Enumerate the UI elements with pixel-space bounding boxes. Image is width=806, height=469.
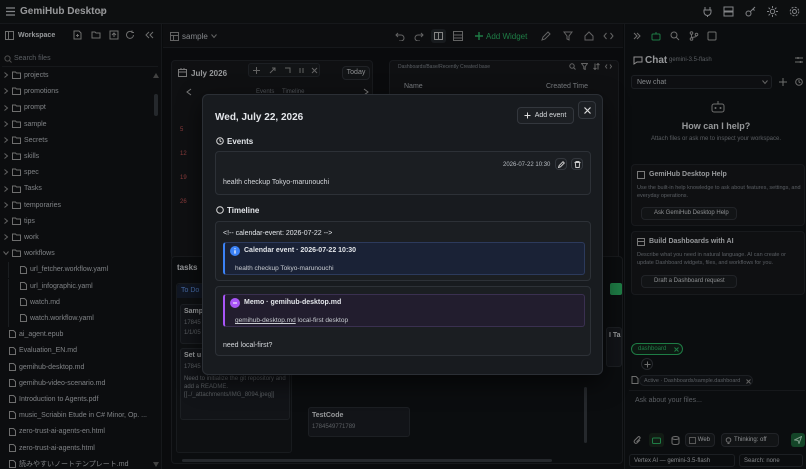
modal-close-button[interactable] [578, 101, 596, 119]
plus-icon [524, 112, 531, 119]
memo-card-title: Memo · gemihub-desktop.md [244, 299, 342, 306]
event-text: health checkup Tokyo-marunouchi [223, 179, 330, 186]
calendar-card-text: health checkup Tokyo-marunouchi [235, 265, 334, 272]
timeline-footer-text: need local-first? [223, 342, 273, 349]
message-icon [216, 206, 224, 214]
edit-event-button[interactable] [555, 158, 567, 170]
pencil-icon [558, 161, 565, 168]
calendar-card-title: Calendar event · 2026-07-22 10:30 [244, 247, 357, 254]
memo-icon [230, 298, 240, 308]
add-event-button[interactable]: Add event [517, 107, 574, 124]
memo-card-body: gemihub-desktop.md local-first desktop [235, 317, 348, 324]
timeline-comment: <!-- calendar-event: 2026-07-22 --> [223, 230, 333, 237]
timeline-entry: <!-- calendar-event: 2026-07-22 --> Cale… [215, 221, 591, 281]
events-header: Events [227, 137, 254, 146]
timeline-entry: Memo · gemihub-desktop.md gemihub-deskto… [215, 286, 591, 356]
modal-date-title: Wed, July 22, 2026 [215, 112, 304, 123]
timeline-header: Timeline [227, 206, 260, 215]
clock-icon [216, 137, 224, 145]
memo-card[interactable]: Memo · gemihub-desktop.md gemihub-deskto… [223, 294, 585, 327]
close-icon [584, 107, 591, 114]
day-detail-modal: Wed, July 22, 2026 Add event Events 2026… [202, 94, 603, 375]
delete-event-button[interactable] [571, 158, 583, 170]
event-timestamp: 2026-07-22 10:30 [503, 162, 551, 168]
memo-text: local-first desktop [295, 317, 349, 324]
calendar-event-card[interactable]: Calendar event · 2026-07-22 10:30 health… [223, 242, 585, 275]
event-item: 2026-07-22 10:30 health checkup Tokyo-ma… [215, 151, 591, 195]
info-icon [230, 246, 240, 256]
add-event-label: Add event [534, 112, 567, 119]
memo-file-link[interactable]: gemihub-desktop.md [235, 317, 296, 324]
trash-icon [574, 161, 581, 168]
